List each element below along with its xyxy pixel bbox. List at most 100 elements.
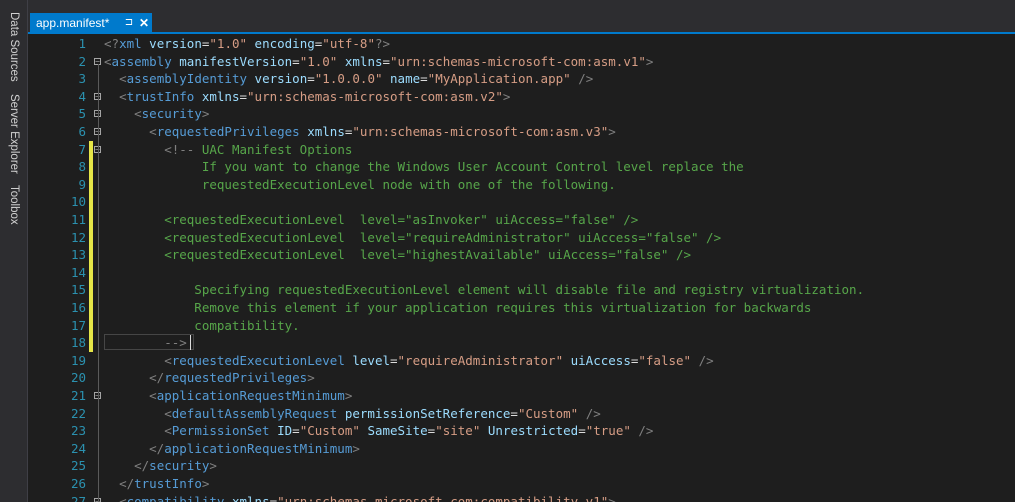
code-text: Specifying requestedExecutionLevel eleme…: [104, 281, 864, 299]
code-text: <requestedExecutionLevel level="highestA…: [104, 246, 691, 264]
code-token: >: [201, 106, 210, 122]
code-token: "requireAdministrator": [397, 352, 564, 368]
code-token: xmlns: [337, 53, 383, 69]
code-token: <!--: [164, 141, 195, 157]
code-line[interactable]: 13 <requestedExecutionLevel level="highe…: [28, 246, 1015, 264]
code-token: requestedPrivileges: [156, 124, 300, 139]
tab-app-manifest[interactable]: app.manifest* ⊐ ✕: [30, 13, 152, 32]
pin-icon[interactable]: ⊐: [122, 17, 136, 28]
change-marker: [89, 299, 93, 317]
code-text: <requestedPrivileges xmlns="urn:schemas-…: [104, 123, 616, 141]
code-token: >: [201, 476, 210, 491]
line-number: 15: [70, 282, 86, 298]
code-text: <PermissionSet ID="Custom" SameSite="sit…: [104, 422, 653, 440]
code-text: </requestedPrivileges>: [104, 369, 315, 387]
code-token: <: [119, 88, 127, 104]
code-token: name: [382, 71, 421, 87]
code-line[interactable]: 14: [28, 263, 1015, 282]
code-line[interactable]: 11 <requestedExecutionLevel level="asInv…: [28, 211, 1015, 229]
code-line[interactable]: 25 </security>: [28, 457, 1015, 475]
code-line[interactable]: 10: [28, 193, 1015, 211]
code-token: />: [578, 405, 601, 421]
code-text: <?xml version="1.0" encoding="utf-8"?>: [104, 35, 390, 53]
code-token: <: [164, 352, 172, 368]
code-token: security: [149, 458, 210, 474]
change-marker: [89, 263, 93, 282]
line-number: 4: [78, 88, 86, 104]
data-sources-tab[interactable]: Data Sources: [5, 12, 23, 82]
code-line[interactable]: 4 <trustInfo xmlns="urn:schemas-microsof…: [28, 88, 1015, 106]
change-marker: [89, 211, 93, 229]
code-token: =: [239, 88, 248, 104]
code-token: =: [420, 71, 428, 87]
code-token: version: [141, 36, 202, 51]
line-number: 26: [70, 476, 86, 491]
code-token: xmlns: [194, 88, 240, 104]
code-token: requestedPrivileges: [164, 370, 308, 386]
code-token: "1.0": [299, 53, 338, 69]
line-number: 16: [70, 300, 86, 315]
code-token: -->: [164, 335, 187, 351]
code-token: "MyApplication.app": [427, 71, 571, 87]
code-line[interactable]: 9 requestedExecutionLevel node with one …: [28, 175, 1015, 194]
toolbox-tab[interactable]: Toolbox: [5, 185, 23, 225]
code-token: >: [608, 124, 616, 139]
code-text: -->: [104, 334, 187, 352]
code-token: </: [149, 440, 165, 456]
code-line[interactable]: 23 <PermissionSet ID="Custom" SameSite="…: [28, 422, 1015, 440]
code-line[interactable]: 1 <?xml version="1.0" encoding="utf-8"?>: [28, 35, 1015, 53]
line-number: 17: [70, 317, 86, 333]
code-token: "urn:schemas-microsoft-com:compatibility…: [277, 493, 609, 502]
code-token: </: [149, 370, 165, 386]
code-token: manifestVersion: [171, 53, 293, 69]
code-line[interactable]: 18 -->: [28, 334, 1015, 352]
code-token: <: [134, 106, 142, 122]
line-number: 27: [70, 493, 86, 502]
code-line[interactable]: 19 <requestedExecutionLevel level="requi…: [28, 352, 1015, 370]
code-line[interactable]: 6 <requestedPrivileges xmlns="urn:schema…: [28, 123, 1015, 141]
code-line[interactable]: 22 <defaultAssemblyRequest permissionSet…: [28, 405, 1015, 423]
code-token: =: [382, 53, 391, 69]
code-text: <defaultAssemblyRequest permissionSetRef…: [104, 405, 601, 423]
code-token: <: [119, 71, 127, 87]
code-token: </: [119, 476, 135, 491]
code-line[interactable]: 5 <security>: [28, 105, 1015, 123]
code-line[interactable]: 16 Remove this element if your applicati…: [28, 299, 1015, 317]
code-token: <: [164, 405, 172, 421]
code-token: "1.0.0.0": [314, 71, 383, 87]
code-line[interactable]: 3 <assemblyIdentity version="1.0.0.0" na…: [28, 70, 1015, 88]
code-token: "1.0": [209, 36, 248, 51]
code-line[interactable]: 20 </requestedPrivileges>: [28, 369, 1015, 387]
server-explorer-tab[interactable]: Server Explorer: [5, 94, 23, 174]
code-token: <: [149, 388, 157, 403]
code-token: trustInfo: [126, 88, 195, 104]
code-line[interactable]: 12 <requestedExecutionLevel level="requi…: [28, 228, 1015, 247]
code-line[interactable]: 17 compatibility.: [28, 316, 1015, 335]
line-number: 20: [70, 370, 86, 386]
close-icon[interactable]: ✕: [136, 16, 152, 30]
line-number: 21: [70, 388, 86, 403]
code-line[interactable]: 21 <applicationRequestMinimum>: [28, 387, 1015, 405]
change-marker: [89, 228, 93, 247]
code-token: =: [292, 53, 300, 69]
code-line[interactable]: 27 <compatibility xmlns="urn:schemas-mic…: [28, 493, 1015, 502]
code-token: <: [149, 124, 157, 139]
code-token: assemblyIdentity: [126, 71, 248, 87]
tool-window-strip: Data Sources Server Explorer Toolbox: [0, 0, 28, 502]
code-editor[interactable]: 1 <?xml version="1.0" encoding="utf-8"?> 2…: [28, 34, 1015, 502]
code-line[interactable]: 15 Specifying requestedExecutionLevel el…: [28, 281, 1015, 299]
code-line[interactable]: 7 <!-- UAC Manifest Options: [28, 140, 1015, 159]
code-line[interactable]: 26 </trustInfo>: [28, 475, 1015, 493]
code-token: ID: [269, 423, 293, 439]
code-line[interactable]: 2<assembly manifestVersion="1.0" xmlns="…: [28, 53, 1015, 71]
change-marker: [89, 140, 93, 159]
code-line[interactable]: 8 If you want to change the Windows User…: [28, 158, 1015, 176]
code-token: />: [570, 71, 594, 87]
change-marker: [89, 193, 93, 211]
line-number: 8: [78, 159, 86, 175]
code-line[interactable]: 24 </applicationRequestMinimum>: [28, 440, 1015, 458]
